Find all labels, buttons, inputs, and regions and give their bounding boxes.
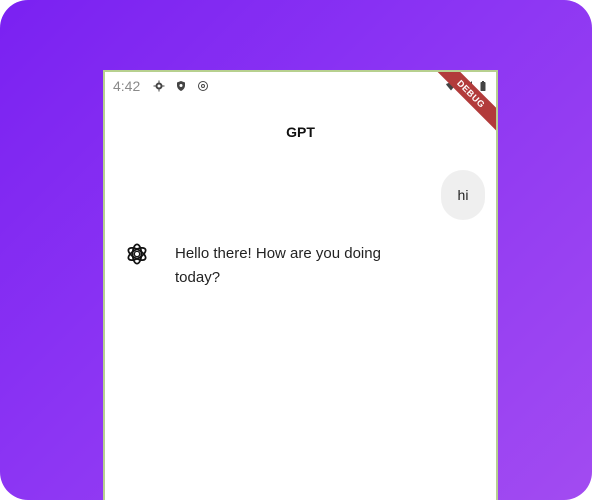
user-message-bubble: hi: [441, 170, 485, 220]
status-time: 4:42: [113, 78, 141, 94]
phone-screen: 4:42 DEBUG GPT hi Hello there! How are y…: [103, 70, 498, 500]
status-bar: 4:42 DEBUG: [105, 72, 496, 139]
shield-icon: [177, 81, 185, 91]
at-icon: [198, 81, 208, 91]
settings-icon: [153, 80, 165, 92]
openai-logo-icon: [127, 243, 147, 265]
assistant-message-text: Hello there! How are you doing today?: [175, 245, 381, 286]
purple-backdrop: 4:42 DEBUG GPT hi Hello there! How are y…: [0, 0, 592, 500]
app-title: GPT: [286, 124, 315, 140]
